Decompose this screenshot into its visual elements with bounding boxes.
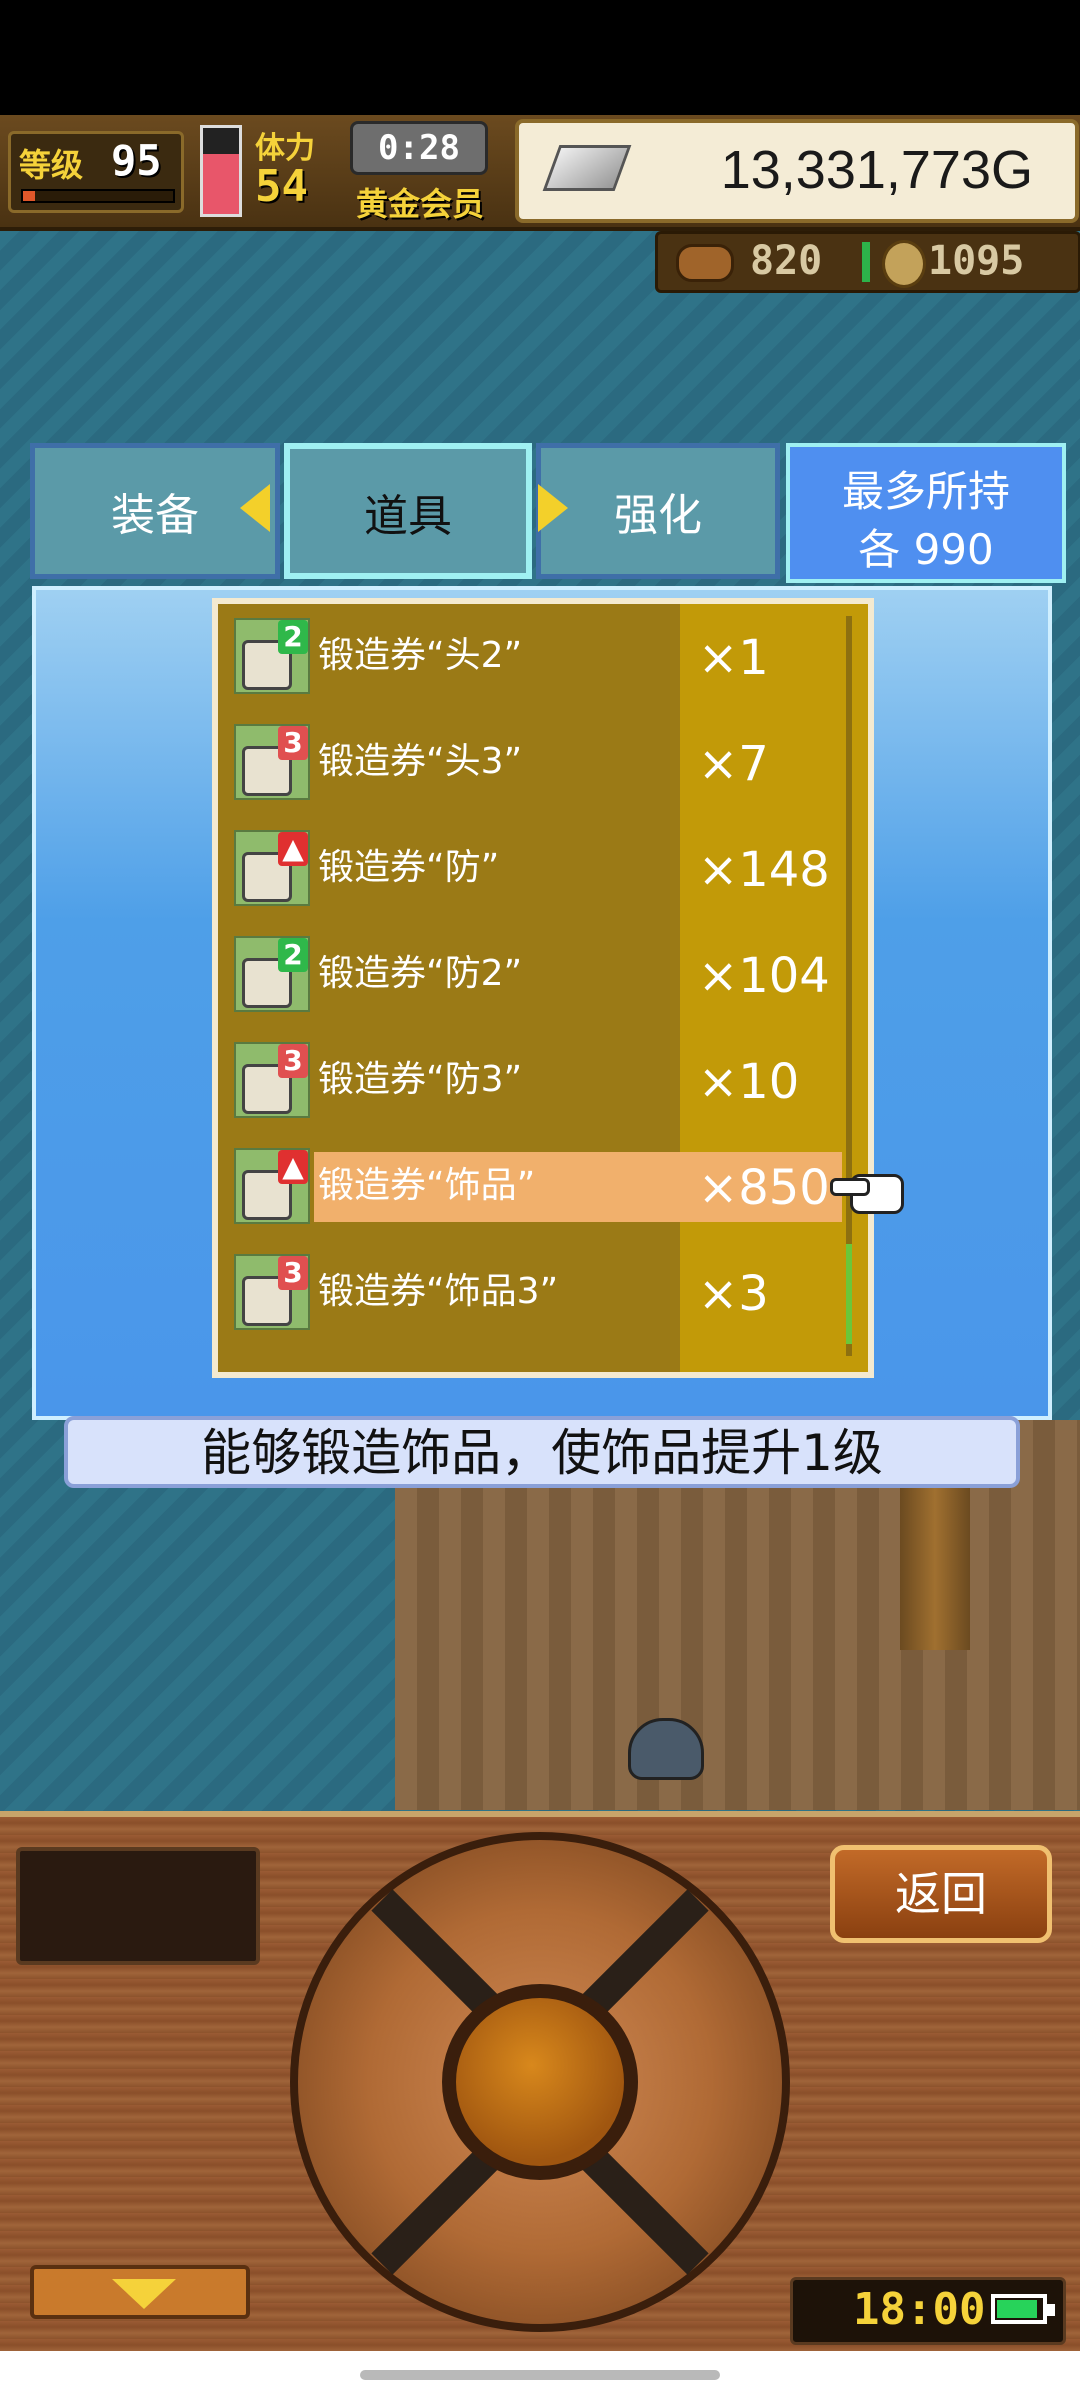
upgrade-arrow-icon: ▲ [278, 832, 308, 866]
forge-ticket-helmet-icon: 2 [234, 618, 310, 694]
member-status: 黄金会员 [356, 185, 485, 223]
item-list[interactable]: 2 锻造券“头2” ×1 3 锻造券“头3” ×7 ▲ 锻造券“防” ×148 … [212, 598, 874, 1378]
back-button[interactable]: 返回 [830, 1845, 1052, 1943]
forge-ticket-armor-icon: ▲ [234, 830, 310, 906]
item-qty: ×10 [698, 1054, 800, 1110]
item-badge: 2 [278, 620, 308, 654]
item-qty: ×7 [698, 736, 769, 792]
dpad[interactable] [290, 1832, 790, 2332]
battery-icon [991, 2294, 1055, 2324]
list-item[interactable]: 3 锻造券“饰品3” ×3 [218, 1240, 868, 1344]
item-name: 锻造券“头2” [318, 635, 523, 676]
item-qty: ×104 [698, 948, 830, 1004]
slime-character [628, 1718, 704, 1780]
item-badge: 3 [278, 726, 308, 760]
dpad-divider [581, 1889, 709, 2017]
coin-icon [882, 240, 926, 288]
max-hold-info: 最多所持 各 990 [786, 443, 1066, 583]
list-item[interactable]: 3 锻造券“防3” ×10 [218, 1028, 868, 1132]
item-qty: ×148 [698, 842, 830, 898]
pointing-hand-icon [830, 1168, 904, 1214]
timer: 0:28 [350, 121, 488, 175]
menu-down-button[interactable] [30, 2265, 250, 2319]
forge-ticket-armor-icon: 2 [234, 936, 310, 1012]
max-hold-line2: 各 990 [858, 525, 994, 574]
item-qty: ×850 [698, 1160, 830, 1216]
xp-bar [21, 189, 175, 203]
item-name: 锻造券“头3” [318, 741, 523, 782]
item-description: 能够锻造饰品，使饰品提升1级 [64, 1416, 1020, 1488]
dpad-center-button[interactable] [442, 1984, 638, 2180]
wood-icon [676, 244, 734, 282]
dpad-divider [371, 1889, 499, 2017]
down-arrow-icon [112, 2279, 176, 2309]
list-item[interactable]: 3 锻造券“头3” ×7 [218, 710, 868, 814]
max-hold-line1: 最多所持 [841, 467, 1010, 516]
item-name: 锻造券“防3” [318, 1059, 523, 1100]
item-name: 锻造券“防” [318, 847, 500, 888]
hp-gauge [200, 125, 242, 217]
forge-ticket-accessory-icon: ▲ [234, 1148, 310, 1224]
resource-divider [862, 242, 870, 282]
item-name: 锻造券“饰品” [318, 1165, 536, 1206]
tab-left-arrow-icon[interactable] [240, 484, 270, 532]
item-qty: ×3 [698, 1266, 769, 1322]
item-badge: 3 [278, 1044, 308, 1078]
list-item[interactable]: 2 锻造券“头2” ×1 [218, 604, 868, 708]
level-value: 95 [111, 136, 162, 185]
status-bar-area [0, 0, 1080, 115]
forge-ticket-helmet-icon: 3 [234, 724, 310, 800]
item-qty: ×1 [698, 630, 769, 686]
tab-right-arrow-icon[interactable] [538, 484, 568, 532]
tab-enhance[interactable]: 强化 [536, 443, 780, 579]
level-box: 等级 95 [8, 131, 184, 213]
upgrade-arrow-icon: ▲ [278, 1150, 308, 1184]
list-item[interactable]: ▲ 锻造券“防” ×148 [218, 816, 868, 920]
clock-box: 18:00 [790, 2277, 1066, 2345]
empty-slot [16, 1847, 260, 1965]
gold-amount: 13,331,773G [720, 140, 1033, 200]
game-hud: 等级 95 体力 54 0:28 黄金会员 13,331,773G [0, 115, 1080, 231]
dpad-divider [581, 2147, 709, 2275]
game-clock: 18:00 [853, 2284, 986, 2335]
item-name: 锻造券“饰品3” [318, 1271, 559, 1312]
wood-count: 820 [750, 238, 823, 284]
dpad-divider [371, 2147, 499, 2275]
list-item-selected[interactable]: ▲ 锻造券“饰品” ×850 [218, 1134, 868, 1238]
forge-ticket-accessory-icon: 3 [234, 1254, 310, 1330]
gold-display: 13,331,773G [515, 119, 1079, 223]
list-item[interactable]: 2 锻造券“防2” ×104 [218, 922, 868, 1026]
resource-bar: 820 1095 [655, 231, 1080, 293]
level-label: 等级 [19, 146, 84, 184]
forge-ticket-armor-icon: 3 [234, 1042, 310, 1118]
item-badge: 3 [278, 1256, 308, 1290]
home-indicator[interactable] [360, 2370, 720, 2380]
silver-bar-icon [542, 145, 632, 191]
item-badge: 2 [278, 938, 308, 972]
stamina-value: 54 [255, 161, 308, 212]
coin-count: 1095 [928, 238, 1025, 284]
item-name: 锻造券“防2” [318, 953, 523, 994]
tab-items[interactable]: 道具 [284, 443, 532, 579]
